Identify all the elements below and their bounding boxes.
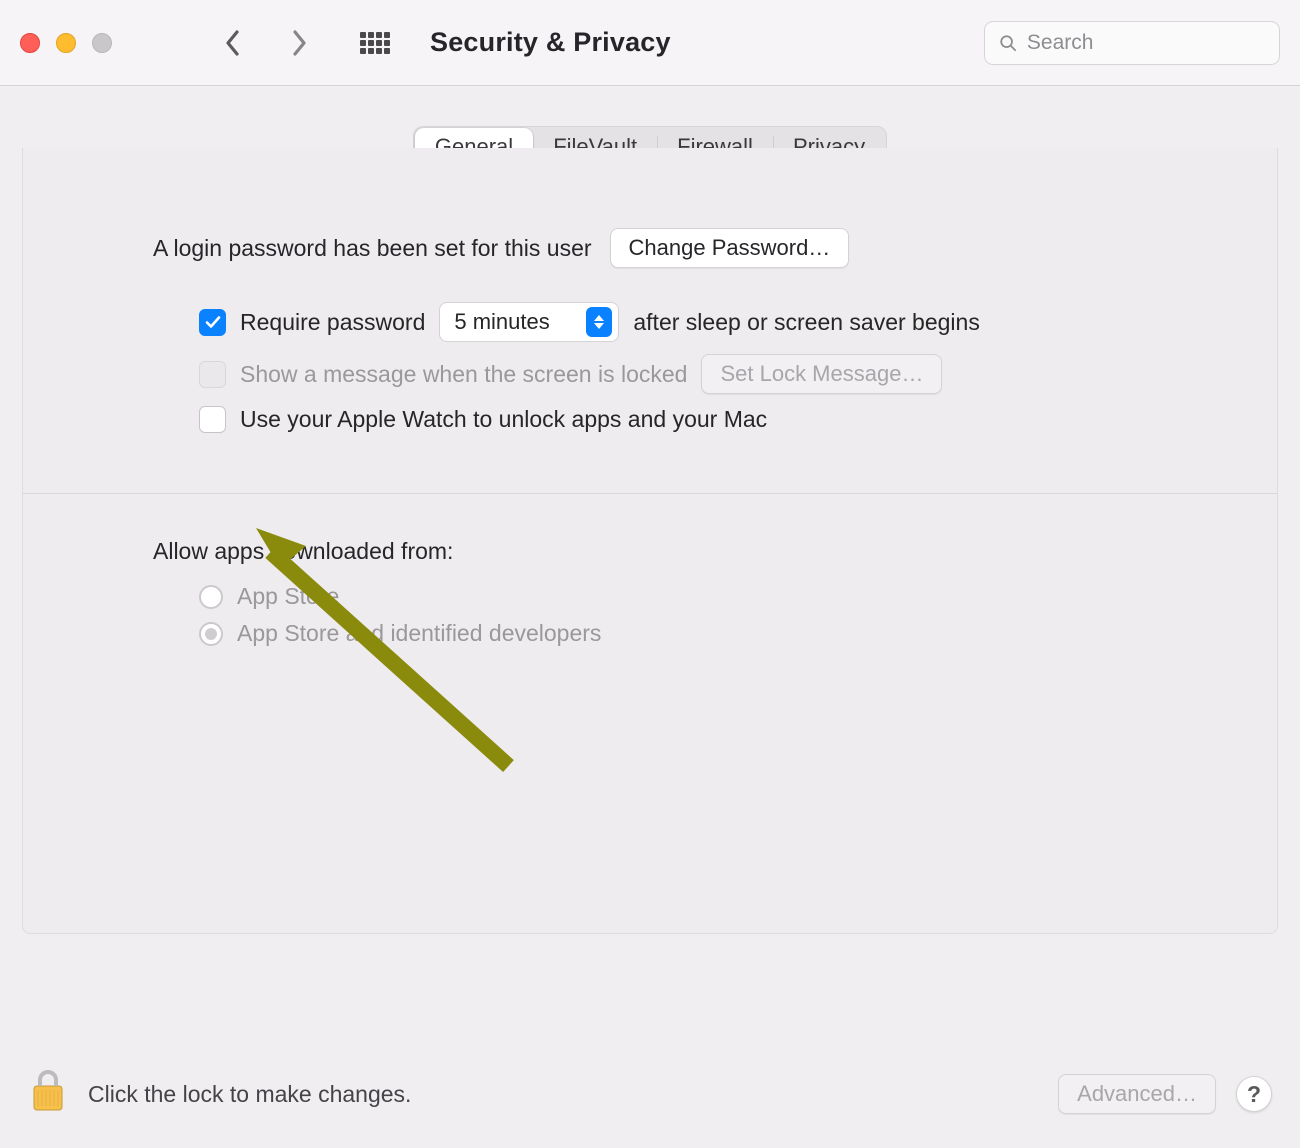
allow-apps-heading: Allow apps downloaded from: [153,538,1165,565]
require-password-delay-value: 5 minutes [454,309,549,335]
nav-arrows [222,32,310,54]
close-window-button[interactable] [20,33,40,53]
login-password-text: A login password has been set for this u… [153,235,592,262]
radio-app-store-identified-label: App Store and identified developers [237,620,601,647]
require-password-checkbox[interactable] [199,309,226,336]
search-input[interactable] [1027,31,1265,55]
lock-message-row: Show a message when the screen is locked… [153,354,1165,394]
advanced-button[interactable]: Advanced… [1058,1074,1216,1114]
login-password-section: A login password has been set for this u… [45,228,1255,433]
titlebar: Security & Privacy [0,0,1300,86]
lock-hint-text: Click the lock to make changes. [88,1081,411,1108]
radio-app-store-label: App Store [237,583,339,610]
change-password-button[interactable]: Change Password… [610,228,850,268]
apple-watch-row: Use your Apple Watch to unlock apps and … [153,406,1165,433]
forward-button[interactable] [288,32,310,54]
back-button[interactable] [222,32,244,54]
apple-watch-unlock-checkbox[interactable] [199,406,226,433]
apple-watch-unlock-label: Use your Apple Watch to unlock apps and … [240,406,767,433]
search-icon [999,33,1017,53]
footer: Click the lock to make changes. Advanced… [0,1048,1300,1148]
require-password-delay-select[interactable]: 5 minutes [439,302,619,342]
search-field[interactable] [984,21,1280,65]
allow-apps-option-appstore: App Store [153,583,1165,610]
zoom-window-button[interactable] [92,33,112,53]
set-lock-message-button: Set Lock Message… [701,354,942,394]
minimize-window-button[interactable] [56,33,76,53]
section-divider [23,493,1277,494]
allow-apps-section: Allow apps downloaded from: App Store Ap… [45,538,1255,647]
allow-apps-option-identified: App Store and identified developers [153,620,1165,647]
select-stepper-icon [586,307,612,337]
radio-app-store-identified [199,622,223,646]
require-password-after-text: after sleep or screen saver begins [633,309,979,336]
show-lock-message-checkbox [199,361,226,388]
help-button[interactable]: ? [1236,1076,1272,1112]
window-controls [20,33,112,53]
require-password-row: Require password 5 minutes after sleep o… [153,302,1165,342]
show-lock-message-label: Show a message when the screen is locked [240,361,687,388]
show-all-prefs-button[interactable] [360,28,390,58]
window-title: Security & Privacy [430,27,671,58]
preference-panel: A login password has been set for this u… [22,148,1278,934]
lock-icon[interactable] [28,1068,68,1120]
radio-app-store [199,585,223,609]
require-password-label: Require password [240,309,425,336]
